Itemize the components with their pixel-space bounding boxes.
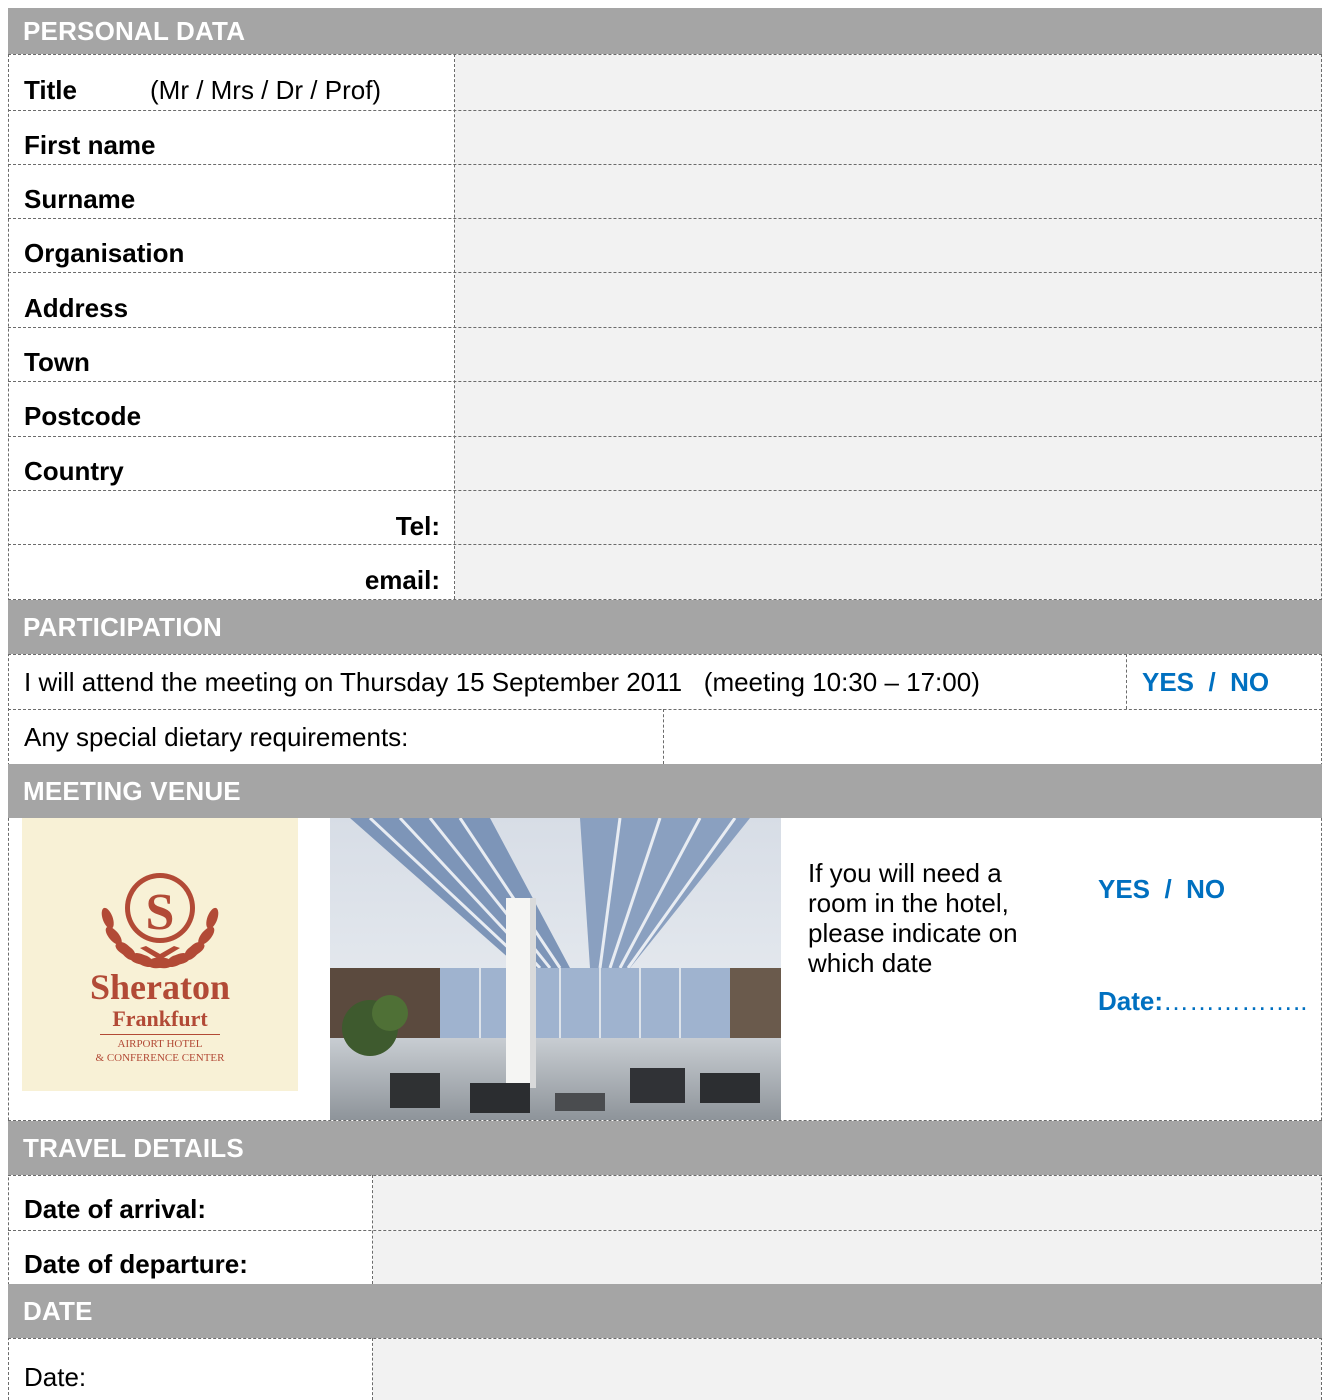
dietary-label: Any special dietary requirements: [24, 722, 409, 752]
meeting-venue-header: MEETING VENUE [8, 764, 1322, 818]
date-label: Date: [24, 1362, 87, 1392]
title-input[interactable] [455, 55, 1322, 110]
hotel-lobby-image-icon [330, 818, 781, 1120]
room-date-label: Date: [1098, 986, 1164, 1016]
address-label: Address [24, 293, 129, 323]
title-label: Title [24, 75, 77, 105]
attendance-text: I will attend the meeting on Thursday 15… [24, 667, 980, 697]
arrival-input[interactable] [373, 1176, 1321, 1230]
town-label: Town [24, 347, 90, 377]
room-date-field[interactable]: Date:…………….. [1098, 986, 1307, 1017]
sheraton-logo: S Sheraton Frankfurt AIRPORT HOTEL & CON… [22, 818, 298, 1091]
first-name-input[interactable] [455, 111, 1322, 164]
attendance-yes-no[interactable]: YES / NO [1142, 667, 1269, 698]
logo-city: Frankfurt [112, 1006, 208, 1031]
postcode-label: Postcode [24, 401, 142, 431]
town-input[interactable] [455, 328, 1322, 381]
tel-label: Tel: [395, 511, 440, 541]
country-input[interactable] [455, 437, 1322, 490]
organisation-input[interactable] [455, 219, 1322, 272]
logo-line2: & CONFERENCE CENTER [95, 1052, 225, 1064]
postcode-input[interactable] [455, 382, 1322, 436]
surname-input[interactable] [455, 165, 1322, 218]
arrival-label: Date of arrival: [24, 1194, 207, 1224]
country-label: Country [24, 456, 124, 486]
travel-details-header: TRAVEL DETAILS [8, 1121, 1322, 1175]
hotel-lobby-photo [330, 818, 781, 1120]
dietary-input[interactable] [664, 710, 1321, 764]
email-label: email: [364, 565, 440, 595]
organisation-label: Organisation [24, 238, 185, 268]
title-hint: (Mr / Mrs / Dr / Prof) [150, 75, 382, 105]
participation-header: PARTICIPATION [8, 600, 1322, 654]
address-input[interactable] [455, 273, 1322, 327]
tel-input[interactable] [455, 491, 1322, 544]
logo-line1: AIRPORT HOTEL [117, 1038, 203, 1050]
logo-letter: S [145, 884, 175, 941]
room-request-text: If you will need a room in the hotel, pl… [808, 858, 1018, 978]
room-date-dots: …………….. [1163, 986, 1308, 1016]
date-input[interactable] [373, 1339, 1321, 1400]
first-name-label: First name [24, 130, 156, 160]
personal-data-header: PERSONAL DATA [8, 8, 1322, 54]
departure-input[interactable] [373, 1231, 1321, 1284]
sheraton-emblem-icon [101, 873, 219, 969]
surname-label: Surname [24, 184, 136, 214]
email-input[interactable] [455, 545, 1322, 599]
logo-name: Sheraton [89, 967, 230, 1007]
departure-label: Date of departure: [24, 1249, 248, 1279]
room-yes-no[interactable]: YES / NO [1098, 874, 1225, 905]
date-header: DATE [8, 1284, 1322, 1338]
